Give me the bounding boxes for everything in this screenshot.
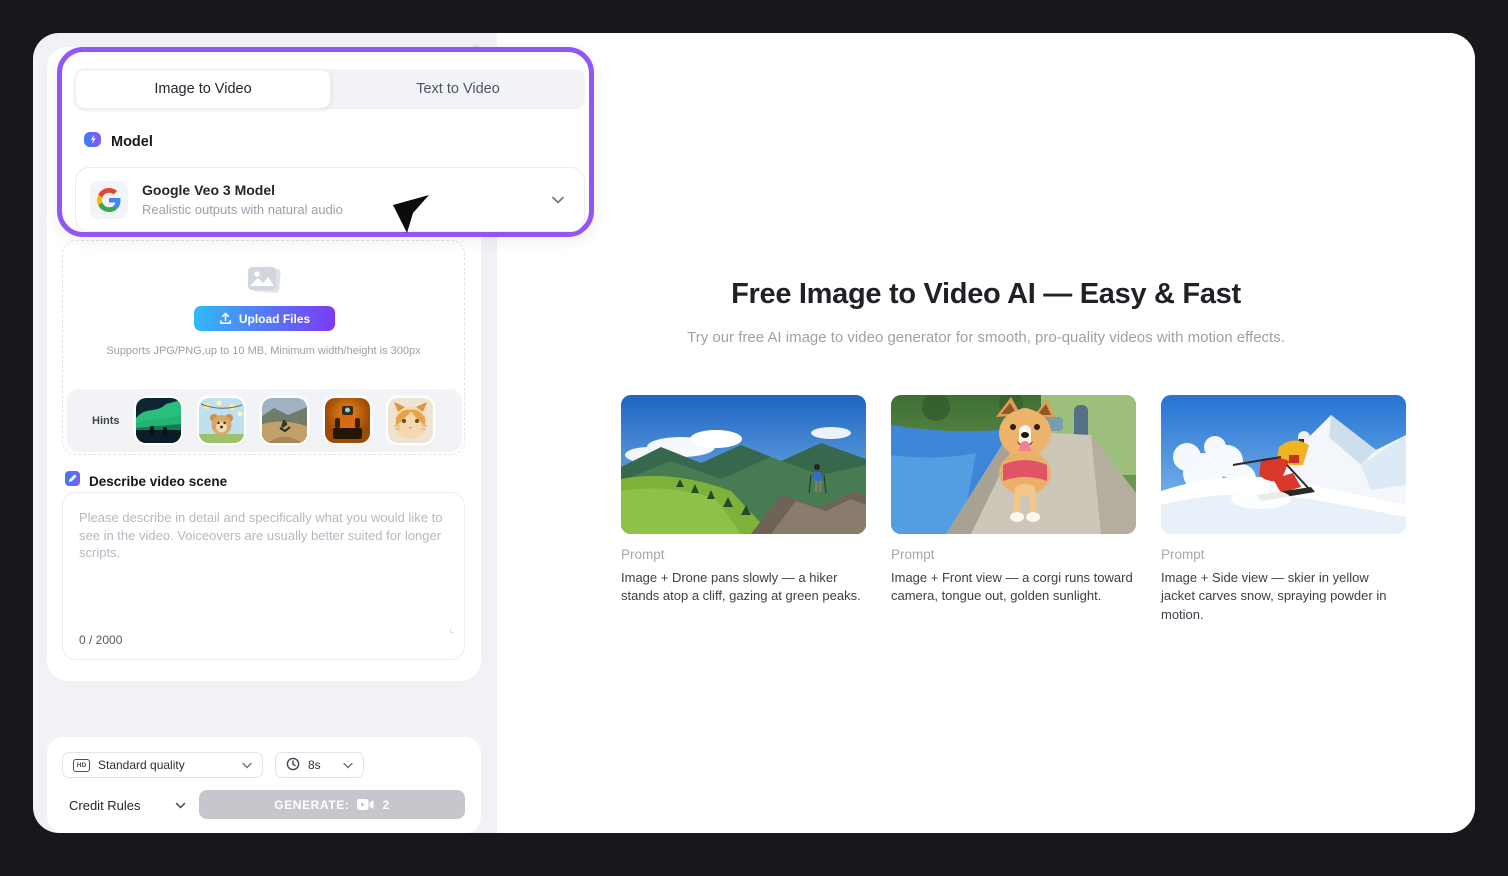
model-icon bbox=[83, 130, 102, 154]
hint-thumb-mountain-biker[interactable] bbox=[262, 398, 307, 443]
chevron-down-icon bbox=[343, 758, 353, 772]
scene-description-input[interactable] bbox=[63, 493, 464, 611]
tab-image-to-video[interactable]: Image to Video bbox=[75, 69, 331, 109]
resize-handle[interactable]: ⌞ bbox=[449, 624, 454, 635]
generate-controls-card: HD Standard quality 8s Credit Rules GENE… bbox=[47, 737, 481, 833]
prompt-label: Prompt bbox=[621, 547, 866, 562]
scene-description-card: 0 / 2000 ⌞ bbox=[62, 492, 465, 660]
upload-supports-text: Supports JPG/PNG,up to 10 MB, Minimum wi… bbox=[63, 345, 464, 357]
hint-thumb-teddy-bear[interactable] bbox=[199, 398, 244, 443]
credit-rules-toggle[interactable]: Credit Rules bbox=[69, 798, 186, 813]
hint-thumb-orange-cat[interactable] bbox=[388, 398, 433, 443]
character-counter: 0 / 2000 bbox=[79, 633, 122, 647]
chevron-down-icon bbox=[552, 191, 564, 209]
generate-label: GENERATE: bbox=[274, 798, 349, 812]
model-name: Google Veo 3 Model bbox=[142, 182, 552, 198]
upload-files-button[interactable]: Upload Files bbox=[194, 306, 335, 331]
upload-files-label: Upload Files bbox=[239, 312, 310, 326]
mode-tabs: Image to Video Text to Video bbox=[75, 69, 585, 109]
prompt-text: Image + Side view — skier in yellow jack… bbox=[1161, 569, 1406, 624]
prompt-text: Image + Front view — a corgi runs toward… bbox=[891, 569, 1136, 606]
example-image-corgi-running bbox=[891, 395, 1136, 534]
tab-image-to-video-label: Image to Video bbox=[154, 81, 251, 97]
hint-thumb-orange-robot[interactable] bbox=[325, 398, 370, 443]
prompt-text: Image + Drone pans slowly — a hiker stan… bbox=[621, 569, 866, 606]
hints-bar: Hints bbox=[67, 389, 462, 452]
upload-dropzone[interactable]: Upload Files Supports JPG/PNG,up to 10 M… bbox=[62, 240, 465, 455]
quality-select[interactable]: HD Standard quality bbox=[62, 752, 263, 778]
model-description: Realistic outputs with natural audio bbox=[142, 202, 552, 217]
image-placeholder-icon bbox=[63, 265, 464, 295]
app-window: ⌄ Image to Video Text to Video Model bbox=[33, 33, 1475, 833]
model-select[interactable]: Google Veo 3 Model Realistic outputs wit… bbox=[75, 167, 585, 232]
onboarding-highlight-box: Image to Video Text to Video Model bbox=[57, 47, 594, 237]
hd-quality-icon: HD bbox=[73, 759, 90, 772]
example-cards: Prompt Image + Drone pans slowly — a hik… bbox=[621, 395, 1406, 624]
example-card-hiker: Prompt Image + Drone pans slowly — a hik… bbox=[621, 395, 866, 624]
clock-icon bbox=[286, 757, 300, 774]
chevron-down-icon bbox=[242, 758, 252, 772]
page-subtitle: Try our free AI image to video generator… bbox=[497, 329, 1475, 346]
upload-icon bbox=[219, 312, 232, 325]
hint-thumb-aurora[interactable] bbox=[136, 398, 181, 443]
prompt-label: Prompt bbox=[1161, 547, 1406, 562]
hints-label: Hints bbox=[92, 415, 120, 427]
google-logo-icon bbox=[90, 181, 128, 219]
generate-button[interactable]: GENERATE: 2 bbox=[199, 790, 465, 819]
prompt-label: Prompt bbox=[891, 547, 1136, 562]
generate-credits: 2 bbox=[382, 798, 389, 812]
describe-section-label: Describe video scene bbox=[89, 474, 227, 489]
example-image-skier-carving bbox=[1161, 395, 1406, 534]
example-card-corgi: Prompt Image + Front view — a corgi runs… bbox=[891, 395, 1136, 624]
chevron-down-icon bbox=[175, 802, 186, 809]
mouse-cursor-icon bbox=[391, 193, 433, 242]
credit-rules-label: Credit Rules bbox=[69, 798, 141, 813]
main-content: Free Image to Video AI — Easy & Fast Try… bbox=[497, 33, 1475, 833]
example-image-hiker-on-cliff bbox=[621, 395, 866, 534]
duration-value: 8s bbox=[308, 758, 321, 772]
video-camera-icon bbox=[357, 798, 374, 811]
model-section-label: Model bbox=[111, 134, 153, 150]
quality-value: Standard quality bbox=[98, 758, 185, 772]
duration-select[interactable]: 8s bbox=[275, 752, 364, 778]
page-title: Free Image to Video AI — Easy & Fast bbox=[497, 278, 1475, 311]
tab-text-to-video[interactable]: Text to Video bbox=[331, 69, 585, 109]
tab-text-to-video-label: Text to Video bbox=[416, 81, 500, 97]
describe-icon bbox=[64, 470, 81, 492]
example-card-skier: Prompt Image + Side view — skier in yell… bbox=[1161, 395, 1406, 624]
